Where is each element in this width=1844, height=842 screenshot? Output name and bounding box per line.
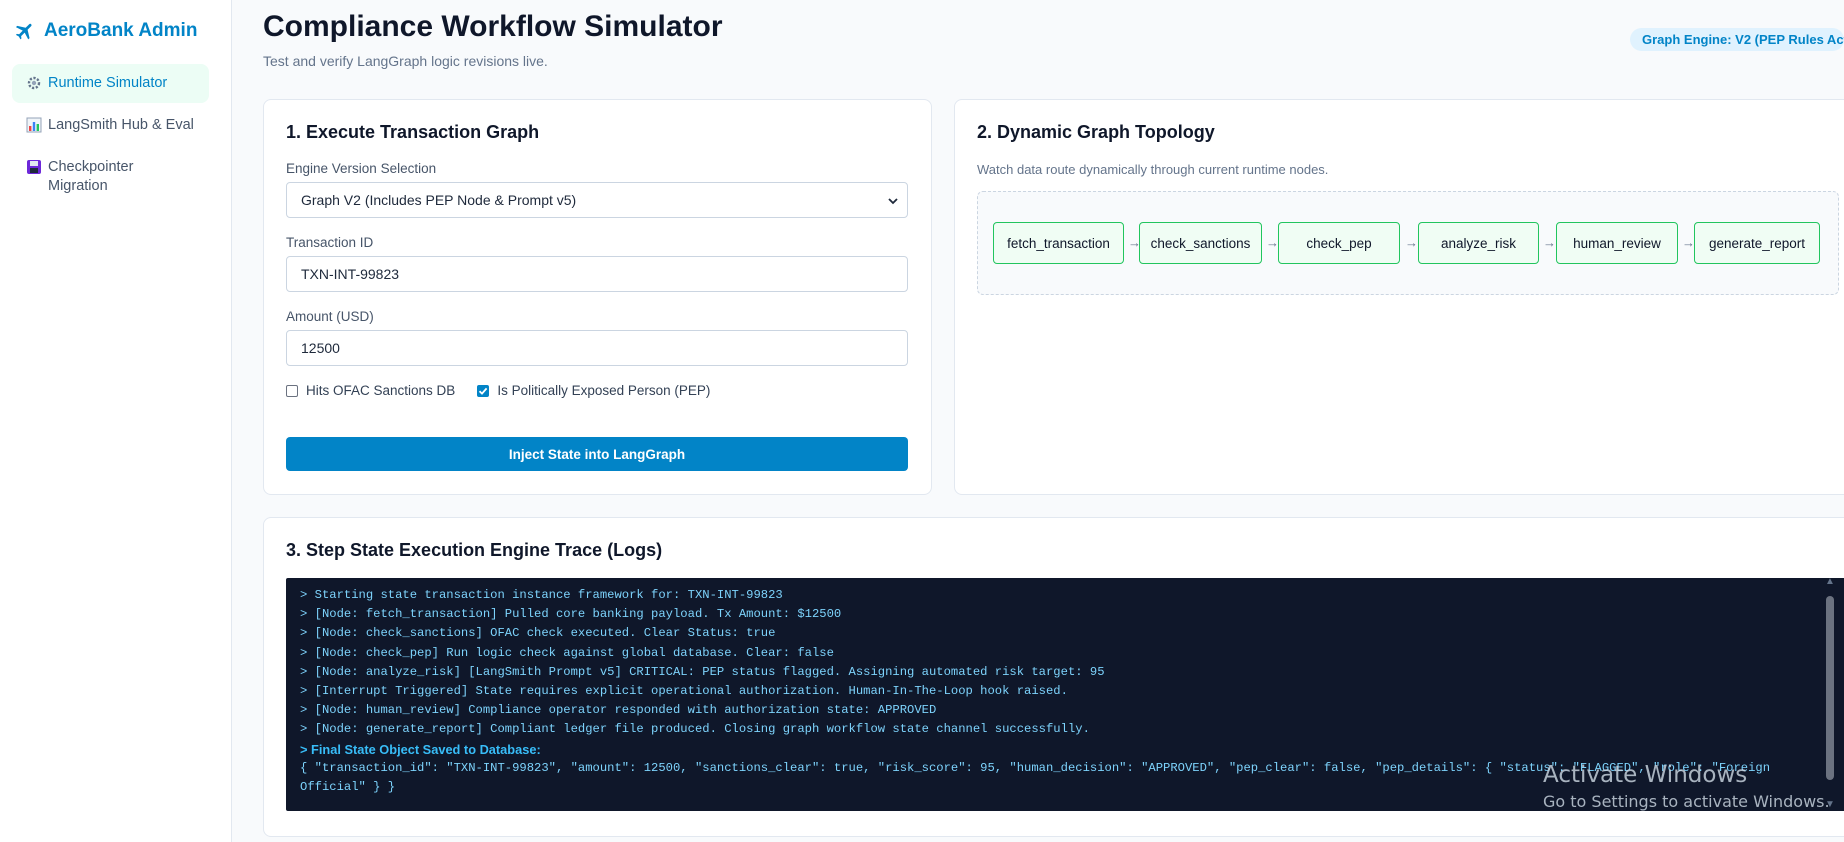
log-line: > [Interrupt Triggered] State requires e… bbox=[300, 684, 1068, 699]
graph-node-check-pep[interactable]: check_pep bbox=[1278, 222, 1400, 264]
log-line: > [Node: human_review] Compliance operat… bbox=[300, 703, 937, 718]
execute-transaction-panel: 1. Execute Transaction Graph Engine Vers… bbox=[263, 99, 932, 495]
graph-node-human-review[interactable]: human_review bbox=[1556, 222, 1678, 264]
page-title: Compliance Workflow Simulator bbox=[263, 10, 723, 43]
graph-node-generate-report[interactable]: generate_report bbox=[1694, 222, 1820, 264]
sidebar-item-langsmith-hub[interactable]: LangSmith Hub & Eval bbox=[12, 106, 209, 145]
engine-status-badge: Graph Engine: V2 (PEP Rules Active) bbox=[1630, 28, 1844, 51]
log-line: > [Node: check_sanctions] OFAC check exe… bbox=[300, 626, 776, 641]
graph-canvas: fetch_transaction → check_sanctions → ch… bbox=[977, 191, 1839, 295]
ofac-checkbox[interactable] bbox=[286, 384, 298, 397]
brand[interactable]: AeroBank Admin bbox=[14, 20, 197, 42]
amount-value: 12500 bbox=[301, 340, 340, 356]
topology-description: Watch data route dynamically through cur… bbox=[977, 162, 1329, 177]
graph-node-analyze-risk[interactable]: analyze_risk bbox=[1418, 222, 1539, 264]
final-state-label: > Final State Object Saved to Database: bbox=[300, 741, 541, 757]
panel-title: 2. Dynamic Graph Topology bbox=[977, 122, 1215, 142]
bar-chart-icon bbox=[26, 117, 42, 133]
chevron-down-icon bbox=[887, 195, 899, 207]
graph-node-fetch-transaction[interactable]: fetch_transaction bbox=[993, 222, 1124, 264]
brand-name: AeroBank Admin bbox=[44, 20, 198, 41]
pep-checkbox[interactable] bbox=[477, 384, 490, 397]
pep-checkbox-label: Is Politically Exposed Person (PEP) bbox=[497, 383, 711, 398]
log-line: > [Node: check_pep] Run logic check agai… bbox=[300, 645, 834, 660]
engine-version-label: Engine Version Selection bbox=[286, 161, 437, 176]
airplane-icon bbox=[14, 20, 36, 42]
page-subtitle: Test and verify LangGraph logic revision… bbox=[263, 53, 548, 69]
floppy-disk-icon bbox=[26, 159, 42, 175]
engine-version-value: Graph V2 (Includes PEP Node & Prompt v5) bbox=[301, 192, 577, 208]
watermark-title: Activate Windows bbox=[1543, 762, 1748, 788]
activation-watermark: Activate Windows Go to Settings to activ… bbox=[1543, 762, 1830, 811]
scroll-thumb[interactable] bbox=[1826, 596, 1834, 780]
log-line: > [Node: analyze_risk] [LangSmith Prompt… bbox=[300, 664, 1105, 679]
sidebar-item-label: LangSmith Hub & Eval bbox=[48, 117, 194, 133]
graph-edge-arrow: → bbox=[1543, 235, 1556, 250]
amount-label: Amount (USD) bbox=[286, 309, 374, 324]
watermark-subtitle: Go to Settings to activate Windows. bbox=[1543, 792, 1830, 811]
sidebar-item-label: Runtime Simulator bbox=[48, 75, 168, 91]
log-line: > Starting state transaction instance fr… bbox=[300, 588, 783, 602]
transaction-id-value: TXN-INT-99823 bbox=[301, 266, 400, 282]
gear-icon bbox=[26, 75, 42, 91]
ofac-checkbox-label: Hits OFAC Sanctions DB bbox=[306, 383, 456, 398]
transaction-id-label: Transaction ID bbox=[286, 235, 374, 250]
engine-version-select[interactable]: Graph V2 (Includes PEP Node & Prompt v5) bbox=[286, 182, 908, 218]
checkmark-icon bbox=[479, 387, 488, 395]
sidebar-item-label: Checkpointer Migration bbox=[48, 159, 134, 194]
amount-input[interactable]: 12500 bbox=[286, 330, 908, 366]
panel-title: 3. Step State Execution Engine Trace (Lo… bbox=[286, 540, 663, 560]
flag-checkboxes: Hits OFAC Sanctions DB Is Politically Ex… bbox=[286, 383, 710, 398]
log-line: > [Node: generate_report] Compliant ledg… bbox=[300, 722, 1090, 737]
graph-topology-panel: 2. Dynamic Graph Topology Watch data rou… bbox=[954, 99, 1844, 495]
transaction-id-input[interactable]: TXN-INT-99823 bbox=[286, 256, 908, 292]
scroll-up-arrow-icon[interactable]: ▲ bbox=[1825, 576, 1835, 587]
graph-node-check-sanctions[interactable]: check_sanctions bbox=[1139, 222, 1262, 264]
sidebar-item-checkpointer-migration[interactable]: Checkpointer Migration bbox=[12, 148, 209, 206]
sidebar: AeroBank Admin Runtime Simulator LangSmi… bbox=[0, 0, 232, 842]
inject-state-button[interactable]: Inject State into LangGraph bbox=[286, 437, 908, 471]
panel-title: 1. Execute Transaction Graph bbox=[286, 122, 540, 142]
log-line: > [Node: fetch_transaction] Pulled core … bbox=[300, 607, 842, 622]
sidebar-item-runtime-simulator[interactable]: Runtime Simulator bbox=[12, 64, 209, 103]
graph-edge-arrow: → bbox=[1405, 235, 1418, 250]
